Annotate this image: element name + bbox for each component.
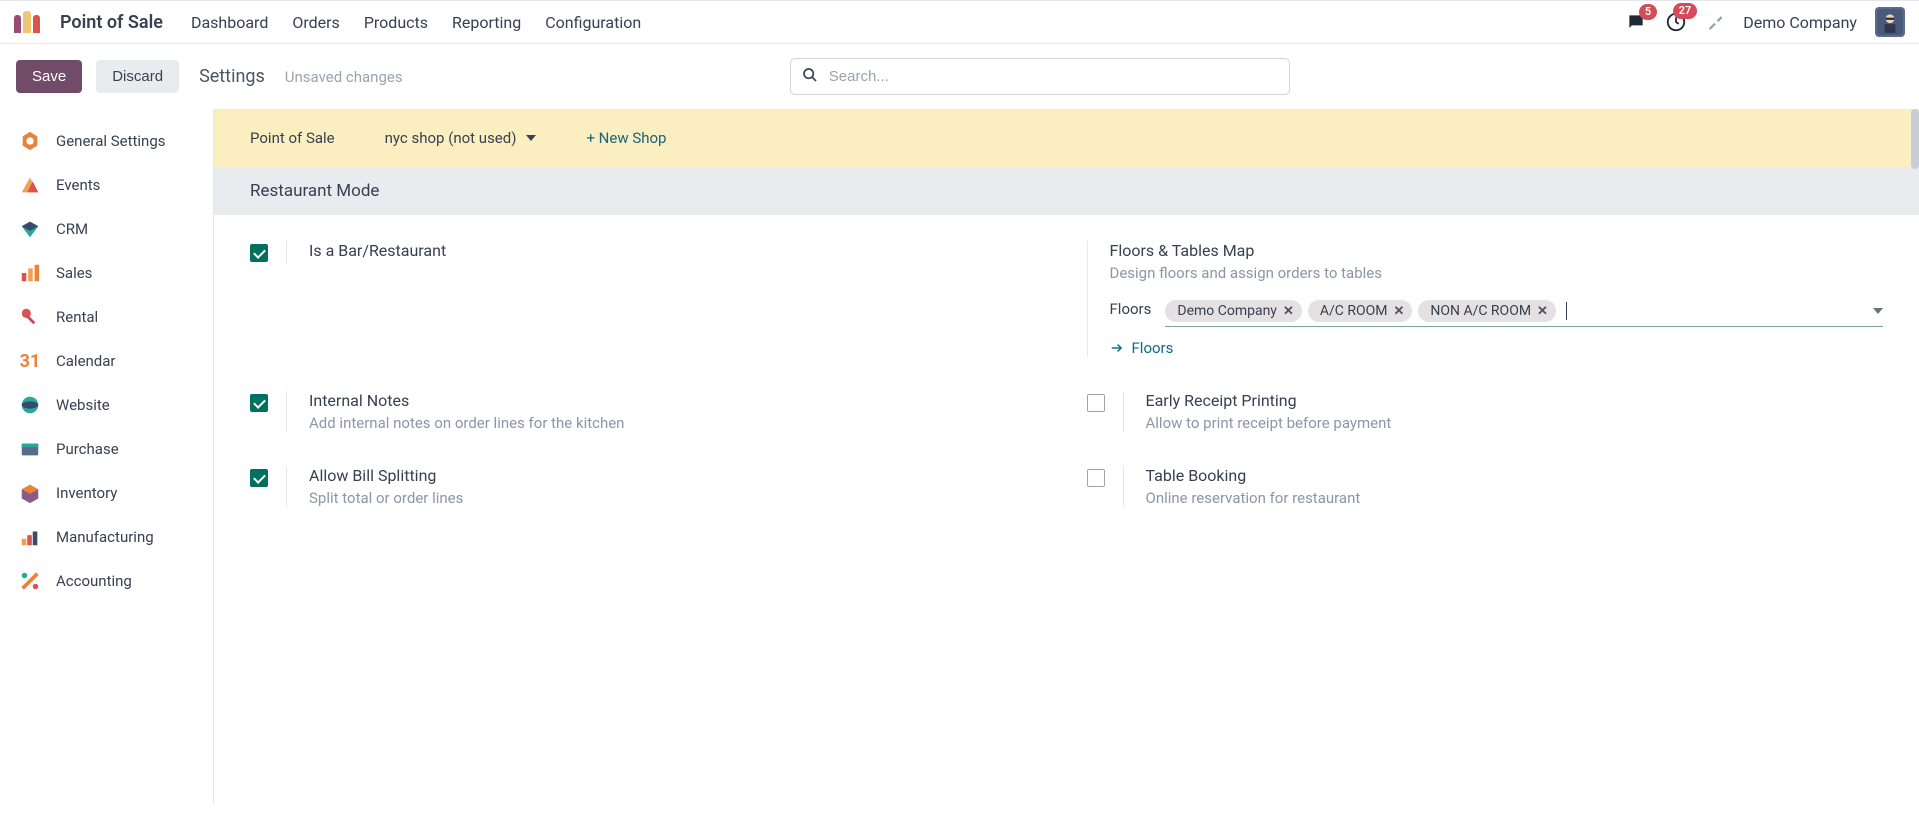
app-logo-icon [14, 11, 40, 33]
gear-icon [18, 129, 42, 153]
setting-desc: Online reservation for restaurant [1146, 489, 1884, 507]
checkbox-internal-notes[interactable] [250, 394, 268, 412]
sidebar-item-label: Events [56, 176, 100, 194]
setting-desc: Design floors and assign orders to table… [1110, 264, 1884, 282]
setting-title: Internal Notes [309, 391, 1047, 410]
messages-button[interactable]: 5 [1625, 12, 1647, 32]
unsaved-indicator: Unsaved changes [285, 68, 403, 86]
sidebar-item-label: Purchase [56, 440, 119, 458]
floors-link[interactable]: Floors [1110, 339, 1884, 357]
text-cursor [1566, 302, 1567, 320]
sidebar-item-label: Accounting [56, 572, 132, 590]
sidebar-item-purchase[interactable]: Purchase [0, 427, 213, 471]
floor-tag: Demo Company ✕ [1165, 300, 1301, 322]
pos-shop-select[interactable]: nyc shop (not used) [385, 129, 537, 147]
checkbox-bill-splitting[interactable] [250, 469, 268, 487]
nav-configuration[interactable]: Configuration [543, 9, 643, 36]
sidebar-item-events[interactable]: Events [0, 163, 213, 207]
nav-products[interactable]: Products [362, 9, 430, 36]
website-icon [18, 393, 42, 417]
sidebar-item-website[interactable]: Website [0, 383, 213, 427]
chevron-down-icon [526, 133, 536, 143]
tag-remove-icon[interactable]: ✕ [1283, 304, 1294, 319]
checkbox-early-receipt[interactable] [1087, 394, 1105, 412]
tag-remove-icon[interactable]: ✕ [1537, 304, 1548, 319]
activities-button[interactable]: 27 [1665, 11, 1687, 33]
purchase-icon [18, 437, 42, 461]
sidebar-item-label: General Settings [56, 132, 166, 150]
pos-selector-bar: Point of Sale nyc shop (not used) + New … [214, 109, 1919, 167]
pos-shop-selected: nyc shop (not used) [385, 129, 517, 147]
app-title[interactable]: Point of Sale [60, 12, 163, 33]
sidebar-item-calendar[interactable]: 31 Calendar [0, 339, 213, 383]
events-icon [18, 173, 42, 197]
sidebar-item-label: Manufacturing [56, 528, 154, 546]
sidebar-item-crm[interactable]: CRM [0, 207, 213, 251]
setting-title: Allow Bill Splitting [309, 466, 1047, 485]
inventory-icon [18, 481, 42, 505]
scrollbar-thumb[interactable] [1911, 109, 1919, 169]
sales-icon [18, 261, 42, 285]
sidebar-item-sales[interactable]: Sales [0, 251, 213, 295]
save-button[interactable]: Save [16, 60, 82, 93]
breadcrumb-title: Settings [199, 66, 265, 87]
search-input[interactable] [790, 58, 1290, 95]
company-switcher[interactable]: Demo Company [1743, 13, 1857, 32]
manufacturing-icon [18, 525, 42, 549]
tools-icon[interactable] [1705, 12, 1725, 32]
chevron-down-icon[interactable] [1873, 302, 1883, 320]
sidebar-item-general[interactable]: General Settings [0, 119, 213, 163]
setting-title: Early Receipt Printing [1146, 391, 1884, 410]
chat-badge: 5 [1639, 4, 1657, 20]
setting-desc: Allow to print receipt before payment [1146, 414, 1884, 432]
calendar-icon: 31 [18, 349, 42, 373]
sidebar-item-label: CRM [56, 220, 88, 238]
floors-tags-input[interactable]: Demo Company ✕ A/C ROOM ✕ NON A/C ROOM ✕ [1165, 300, 1883, 327]
sidebar-item-label: Sales [56, 264, 92, 282]
setting-desc: Add internal notes on order lines for th… [309, 414, 1047, 432]
accounting-icon [18, 569, 42, 593]
sidebar-item-rental[interactable]: Rental [0, 295, 213, 339]
crm-icon [18, 217, 42, 241]
setting-title: Table Booking [1146, 466, 1884, 485]
discard-button[interactable]: Discard [96, 60, 179, 93]
floor-tag: NON A/C ROOM ✕ [1418, 300, 1556, 322]
floors-field-label: Floors [1110, 300, 1152, 318]
nav-orders[interactable]: Orders [290, 9, 341, 36]
floor-tag: A/C ROOM ✕ [1308, 300, 1413, 322]
clock-badge: 27 [1673, 3, 1698, 19]
rental-icon [18, 305, 42, 329]
nav-dashboard[interactable]: Dashboard [189, 9, 270, 36]
checkbox-table-booking[interactable] [1087, 469, 1105, 487]
settings-sidebar: General Settings Events CRM Sales Rental… [0, 109, 214, 804]
settings-content: Point of Sale nyc shop (not used) + New … [214, 109, 1919, 804]
top-navbar: Point of Sale Dashboard Orders Products … [0, 0, 1919, 44]
tag-remove-icon[interactable]: ✕ [1393, 304, 1404, 319]
sidebar-item-inventory[interactable]: Inventory [0, 471, 213, 515]
nav-reporting[interactable]: Reporting [450, 9, 523, 36]
search-icon [802, 67, 818, 87]
setting-desc: Split total or order lines [309, 489, 1047, 507]
pos-label: Point of Sale [250, 129, 335, 147]
section-header: Restaurant Mode [214, 167, 1919, 215]
sidebar-item-label: Website [56, 396, 110, 414]
sidebar-item-label: Inventory [56, 484, 117, 502]
action-bar: Save Discard Settings Unsaved changes [0, 44, 1919, 109]
setting-title: Floors & Tables Map [1110, 241, 1884, 260]
sidebar-item-label: Rental [56, 308, 98, 326]
user-avatar[interactable] [1875, 7, 1905, 37]
new-shop-link[interactable]: + New Shop [586, 129, 666, 147]
checkbox-bar-restaurant[interactable] [250, 244, 268, 262]
sidebar-item-manufacturing[interactable]: Manufacturing [0, 515, 213, 559]
avatar-icon [1877, 9, 1903, 35]
sidebar-item-accounting[interactable]: Accounting [0, 559, 213, 603]
sidebar-item-label: Calendar [56, 352, 116, 370]
arrow-right-icon [1110, 341, 1124, 355]
setting-title: Is a Bar/Restaurant [309, 241, 1047, 260]
